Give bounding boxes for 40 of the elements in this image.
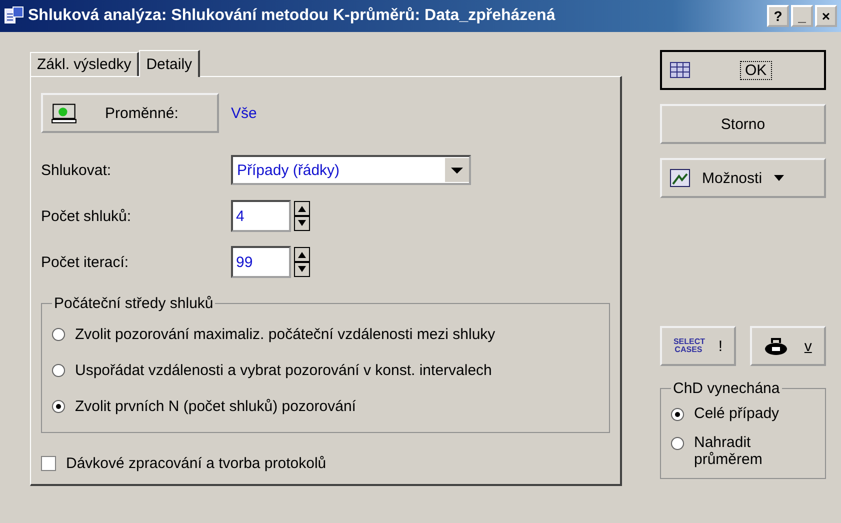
cluster-by-dropdown[interactable]: Případy (řádky) [231,155,471,185]
app-icon [4,6,24,26]
checkbox[interactable] [41,456,56,470]
grid-icon [670,61,690,79]
spinner-label: Počet iterací: [41,254,130,270]
window-title: Shluková analýza: Shlukování metodou K-průměrů: Data_zpřeházená [28,7,556,25]
radio-button[interactable] [671,437,684,450]
radio-label: Zvolit pozorování maximaliz. počáteční vzdálenosti mezi shluky [75,326,496,342]
window-control-button[interactable]: ? [767,5,789,27]
checkbox-label: Dávkové zpracování a tvorba protokolů [66,454,326,472]
number-field[interactable]: 4 [231,200,291,232]
radio-button[interactable] [52,400,65,412]
radio-label: Celé případy [694,405,780,422]
spinner-label: Počet shluků: [41,208,132,224]
weight-button[interactable]: v [750,326,826,366]
select-cases-button[interactable]: SELECT CASES ! [660,326,736,366]
cancel-button[interactable]: Storno [660,104,826,144]
group-title: Počáteční středy shluků [53,295,214,312]
spinner-arrows-icon[interactable] [294,246,310,278]
tab[interactable]: Zákl. výsledky [30,52,140,76]
window-control-button[interactable]: _ [791,5,813,27]
caret-icon [774,175,784,181]
radio-button[interactable] [52,364,65,376]
weight-icon [764,337,788,355]
ok-button[interactable]: OK [660,50,826,90]
monitor-icon [51,102,77,124]
cluster-by-label: Shlukovat: [41,162,112,178]
variables-button[interactable]: Proměnné: [41,93,219,133]
radio-button[interactable] [52,328,65,340]
radio-label: Uspořádat vzdálenosti a vybrat pozorování v konst. intervalech [75,362,492,378]
number-field[interactable]: 99 [231,246,291,278]
group-title: ChD vynechána [672,380,781,397]
radio-label: Zvolit prvních N (počet shluků) pozorování [75,398,356,414]
window-control-button[interactable]: × [815,5,837,27]
options-button[interactable]: Možnosti [660,158,826,198]
variables-value: Vše [231,104,257,122]
spinner-arrows-icon[interactable] [294,200,310,232]
tab[interactable]: Detaily [139,50,200,77]
radio-label: Nahradit průměrem [694,434,764,468]
radio-button[interactable] [671,408,684,421]
